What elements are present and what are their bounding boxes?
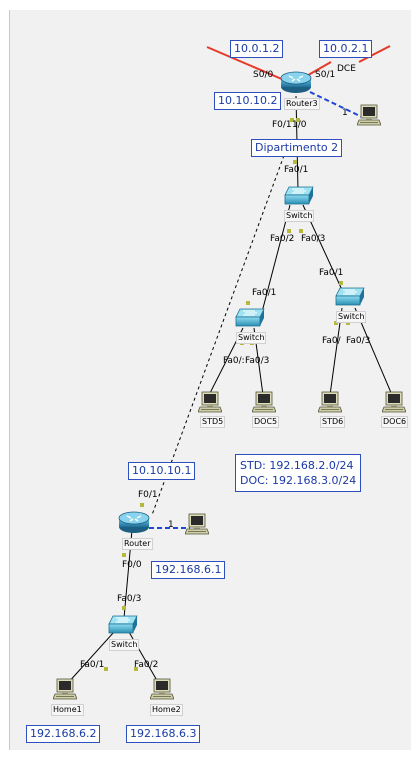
ip-note-192-168-6-2[interactable]: 192.168.6.2 [26,725,101,743]
router-icon[interactable] [279,70,313,94]
pc-icon[interactable] [198,391,222,415]
ip-note-192-168-6-3[interactable]: 192.168.6.3 [126,725,201,743]
port-label: Fa0/2 [134,660,159,670]
pc-doc5-name: DOC5 [252,416,280,428]
ip-note-10-0-2-1[interactable]: 10.0.2.1 [319,40,373,58]
switch-bottom-name: Switch [109,639,140,651]
switch-right-name: Switch [336,311,367,323]
port-label: F0/1 [272,120,292,130]
vlan-note[interactable]: STD: 192.168.2.0/24 DOC: 192.168.3.0/24 [235,454,362,492]
port-status-led [246,301,250,305]
switch-icon[interactable] [334,286,366,308]
switch-icon[interactable] [283,185,315,207]
port-label: F0/1 [138,490,158,500]
port-label: Fa0/1 [252,288,277,298]
router-name: Router [122,538,153,550]
router3-name: Router3 [284,98,320,110]
router-icon[interactable] [117,510,151,534]
ip-note-10-10-10-2[interactable]: 10.10.10.2 [214,92,282,110]
switch-d2-name: Switch [284,210,315,222]
console-port-label: 1 [168,520,174,530]
port-label: Fa0/2 [270,234,295,244]
pc-icon[interactable] [185,513,209,537]
pc-home2-name: Home2 [150,704,183,716]
port-label: Fa0/3 [301,234,326,244]
pc-icon[interactable] [318,391,342,415]
link-switchb-home1[interactable] [66,631,115,685]
port-label: S0/1 [315,70,336,80]
port-label: Fa0/: [223,356,245,366]
port-status-led [287,229,291,233]
port-label: Fa0/1 [319,268,344,278]
port-status-led [140,503,144,507]
port-status-led [104,667,108,671]
port-label: Fa0/ [322,336,341,346]
switch-left-name: Switch [236,332,267,344]
topology-diagram [66,45,393,685]
vlan-std-text: STD: 192.168.2.0/24 [240,459,354,472]
pc-icon[interactable] [252,391,276,415]
port-status-led [299,229,303,233]
pc-home1-name: Home1 [51,704,84,716]
pc-std6-name: STD6 [320,416,346,428]
port-status-led [339,281,343,285]
port-label: 1/0 [292,120,307,130]
pc-std5-name: STD5 [200,416,226,428]
port-label: Fa0/3 [245,356,270,366]
port-label: Fa0/1 [284,165,309,175]
vlan-doc-text: DOC: 192.168.3.0/24 [240,474,357,487]
port-label: Fa0/1 [80,660,105,670]
switch-icon[interactable] [107,614,139,636]
port-label: Fa0/3 [117,594,142,604]
port-status-led [122,553,126,557]
pc-icon[interactable] [53,678,77,702]
pc-doc6-name: DOC6 [381,416,409,428]
port-label: Fa0/3 [346,336,371,346]
pc-icon[interactable] [150,678,174,702]
ip-note-192-168-6-1[interactable]: 192.168.6.1 [151,561,226,579]
port-status-led [293,160,297,164]
switch-icon[interactable] [234,307,266,329]
console-port-label: 1 [342,108,348,118]
ip-note-10-10-10-1[interactable]: 10.10.10.1 [128,462,196,480]
pc-icon[interactable] [382,391,406,415]
dce-label: DCE [337,64,356,74]
port-label: F0/0 [122,560,142,570]
port-label: S0/0 [253,70,274,80]
port-status-led [122,606,126,610]
pc-icon[interactable] [357,104,381,128]
department-note[interactable]: Dipartimento 2 [251,139,343,157]
ip-note-10-0-1-2[interactable]: 10.0.1.2 [230,40,284,58]
